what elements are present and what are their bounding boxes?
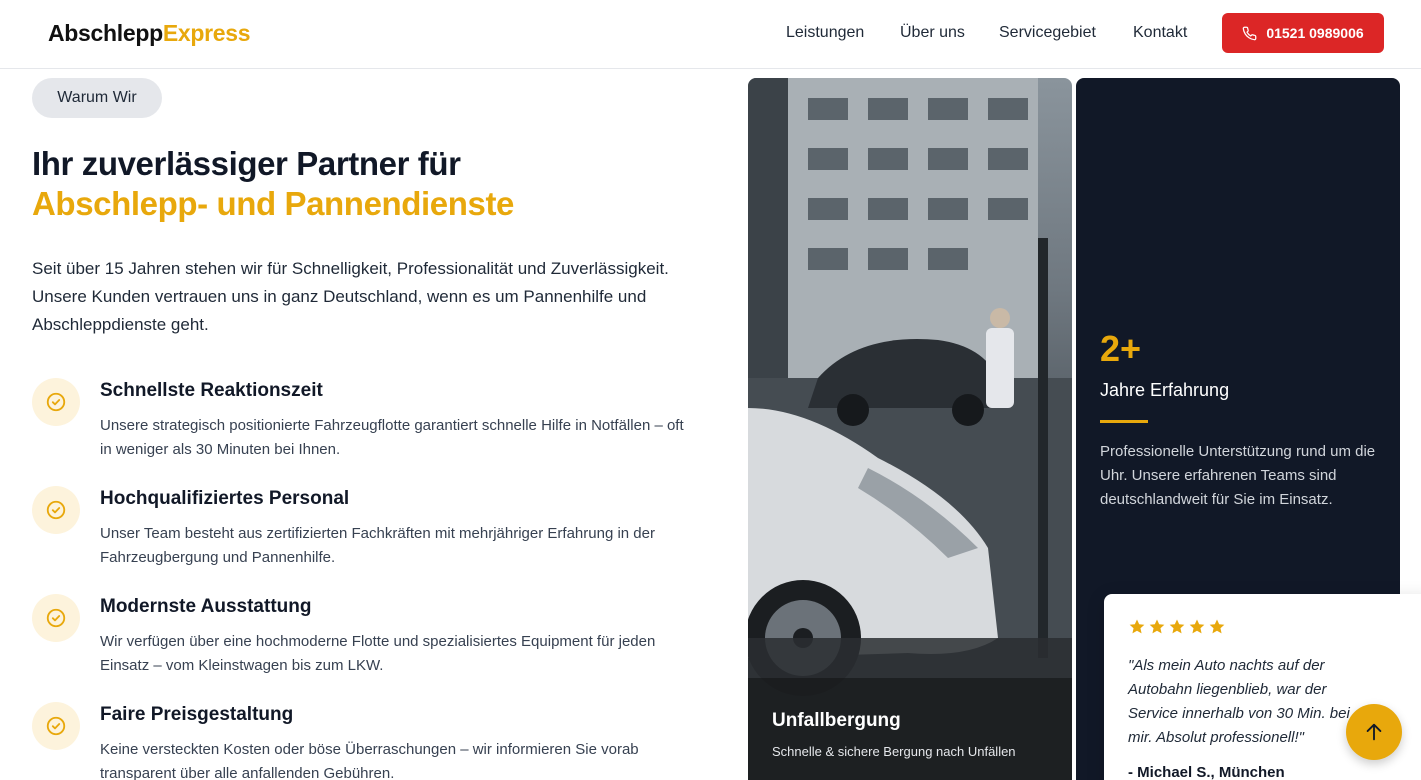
feature-title: Hochqualifiziertes Personal: [100, 488, 350, 509]
logo[interactable]: AbschleppExpress: [48, 20, 251, 47]
check-circle-icon: [32, 594, 80, 642]
service-card-subtitle: Schnelle & sichere Bergung nach Unfällen: [772, 744, 1016, 759]
section-badge: Warum Wir: [32, 78, 162, 118]
nav-leistungen[interactable]: Leistungen: [786, 24, 864, 42]
phone-icon: [1243, 26, 1257, 40]
star-icon: [1189, 619, 1205, 634]
scroll-to-top-button[interactable]: [1346, 704, 1402, 760]
nav-kontakt[interactable]: Kontakt: [1133, 24, 1187, 42]
service-card-title: Unfallbergung: [772, 710, 901, 731]
site-header: AbschleppExpress Leistungen Über uns Ser…: [0, 0, 1421, 69]
experience-value: 2+: [1100, 328, 1142, 369]
nav-ueber-uns[interactable]: Über uns: [900, 24, 965, 42]
testimonial-quote: "Als mein Auto nachts auf der Autobahn l…: [1128, 657, 1350, 746]
check-circle-icon: [32, 486, 80, 534]
feature-title: Schnellste Reaktionszeit: [100, 380, 323, 401]
title-line1: Ihr zuverlässiger Partner für: [32, 145, 461, 182]
rating-stars: [1128, 618, 1226, 636]
testimonial-author: - Michael S., München: [1128, 764, 1285, 780]
feature-text: Unsere strategisch positionierte Fahrzeu…: [100, 417, 684, 458]
experience-text: Professionelle Unterstützung rund um die…: [1100, 443, 1376, 508]
logo-part2: Express: [162, 20, 251, 46]
logo-part1: Abschlepp: [48, 20, 163, 46]
star-icon: [1209, 619, 1225, 634]
section-lead: Seit über 15 Jahren stehen wir für Schne…: [32, 259, 669, 334]
star-icon: [1129, 619, 1145, 634]
phone-number: 01521 0989006: [1266, 25, 1364, 41]
feature-text: Keine versteckten Kosten oder böse Überr…: [100, 741, 639, 780]
title-highlight: Abschlepp- und Pannendienste: [32, 185, 515, 222]
accident-scene-image: [748, 78, 1072, 780]
check-circle-icon: [32, 378, 80, 426]
check-circle-icon: [32, 702, 80, 750]
feature-title: Faire Preisgestaltung: [100, 704, 294, 725]
feature-title: Modernste Ausstattung: [100, 596, 312, 617]
nav-servicegebiet[interactable]: Servicegebiet: [999, 24, 1096, 42]
feature-text: Unser Team besteht aus zertifizierten Fa…: [100, 525, 655, 566]
star-icon: [1149, 619, 1165, 634]
feature-text: Wir verfügen über eine hochmoderne Flott…: [100, 633, 656, 674]
experience-label: Jahre Erfahrung: [1100, 380, 1230, 400]
section-title: Ihr zuverlässiger Partner für Abschlepp-…: [32, 144, 514, 224]
accent-divider: [1100, 420, 1148, 423]
service-card-unfallbergung[interactable]: Unfallbergung Schnelle & sichere Bergung…: [748, 78, 1072, 780]
star-icon: [1169, 619, 1185, 634]
phone-call-button[interactable]: 01521 0989006: [1222, 13, 1384, 53]
arrow-up-icon: [1366, 723, 1382, 741]
